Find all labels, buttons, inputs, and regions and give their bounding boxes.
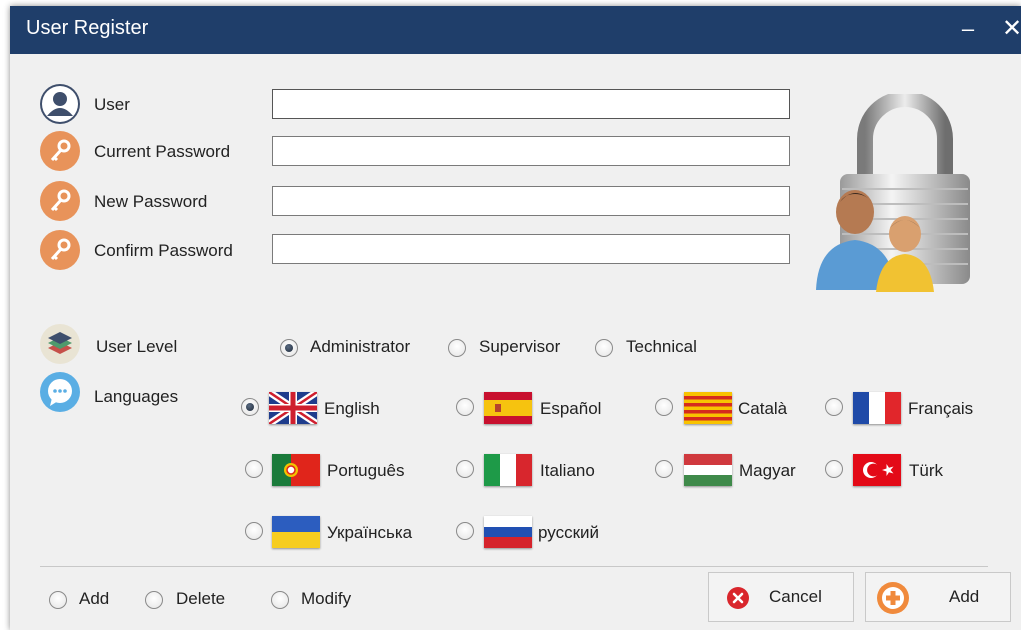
italy-flag-icon [484,454,532,486]
minimize-button[interactable]: – [954,15,982,45]
new-password-input[interactable] [272,186,790,216]
new-password-label: New Password [94,192,208,211]
radio-add-mode[interactable] [49,591,67,609]
portugues-label[interactable]: Português [327,461,405,481]
cancel-icon [727,587,749,609]
radio-italiano[interactable] [456,460,474,478]
uk-flag-icon [269,392,317,424]
spain-flag-icon [484,392,532,424]
add-button[interactable]: Add [865,572,1011,622]
radio-russkiy[interactable] [456,522,474,540]
catala-label[interactable]: Català [738,399,787,419]
radio-modify-mode[interactable] [271,591,289,609]
title-bar: User Register – ✕ [10,6,1021,54]
radio-english[interactable] [241,398,259,416]
magyar-label[interactable]: Magyar [739,461,796,481]
padlock-users-icon [810,91,1010,294]
current-password-input[interactable] [272,136,790,166]
radio-francais[interactable] [825,398,843,416]
hungary-flag-icon [684,454,732,486]
delete-mode-label[interactable]: Delete [176,589,225,609]
close-button[interactable]: ✕ [998,15,1021,45]
user-icon [40,84,80,124]
radio-turk[interactable] [825,460,843,478]
radio-ukrainska[interactable] [245,522,263,540]
current-password-label: Current Password [94,142,231,161]
confirm-password-input[interactable] [272,234,790,264]
languages-label: Languages [94,387,179,406]
chat-bubble-icon [40,372,80,412]
radio-catala[interactable] [655,398,673,416]
user-level-label: User Level [96,337,178,356]
administrator-label[interactable]: Administrator [310,337,410,357]
window-title: User Register [26,17,149,39]
key-icon [40,230,80,270]
cancel-button[interactable]: Cancel [708,572,854,622]
add-circle-icon [876,581,910,615]
layers-icon [40,324,80,364]
francais-label[interactable]: Français [908,399,973,419]
catalonia-flag-icon [684,392,732,424]
italiano-label[interactable]: Italiano [540,461,595,481]
espanol-label[interactable]: Español [540,399,601,419]
key-icon [40,131,80,171]
turkey-flag-icon [853,454,901,486]
technical-label[interactable]: Technical [626,337,697,357]
portugal-flag-icon [272,454,320,486]
confirm-password-label: Confirm Password [94,241,233,260]
supervisor-label[interactable]: Supervisor [479,337,560,357]
radio-technical[interactable] [595,339,613,357]
modify-mode-label[interactable]: Modify [301,589,351,609]
radio-supervisor[interactable] [448,339,466,357]
add-mode-label[interactable]: Add [79,589,109,609]
radio-magyar[interactable] [655,460,673,478]
radio-delete-mode[interactable] [145,591,163,609]
key-icon [40,181,80,221]
ukrainska-label[interactable]: Українська [327,523,412,543]
add-label: Add [949,587,980,606]
ukraine-flag-icon [272,516,320,548]
cancel-label: Cancel [769,587,822,606]
russia-flag-icon [484,516,532,548]
turk-label[interactable]: Türk [909,461,943,481]
user-register-window: User Register – ✕ User Current Password [10,6,1021,630]
separator-line [40,566,988,567]
form-content: User Current Password New Password Confi… [10,54,1021,630]
france-flag-icon [853,392,901,424]
russkiy-label[interactable]: русский [538,523,599,543]
user-input[interactable] [272,89,790,119]
user-label: User [94,95,130,114]
radio-administrator[interactable] [280,339,298,357]
radio-espanol[interactable] [456,398,474,416]
radio-portugues[interactable] [245,460,263,478]
english-label[interactable]: English [324,399,380,419]
